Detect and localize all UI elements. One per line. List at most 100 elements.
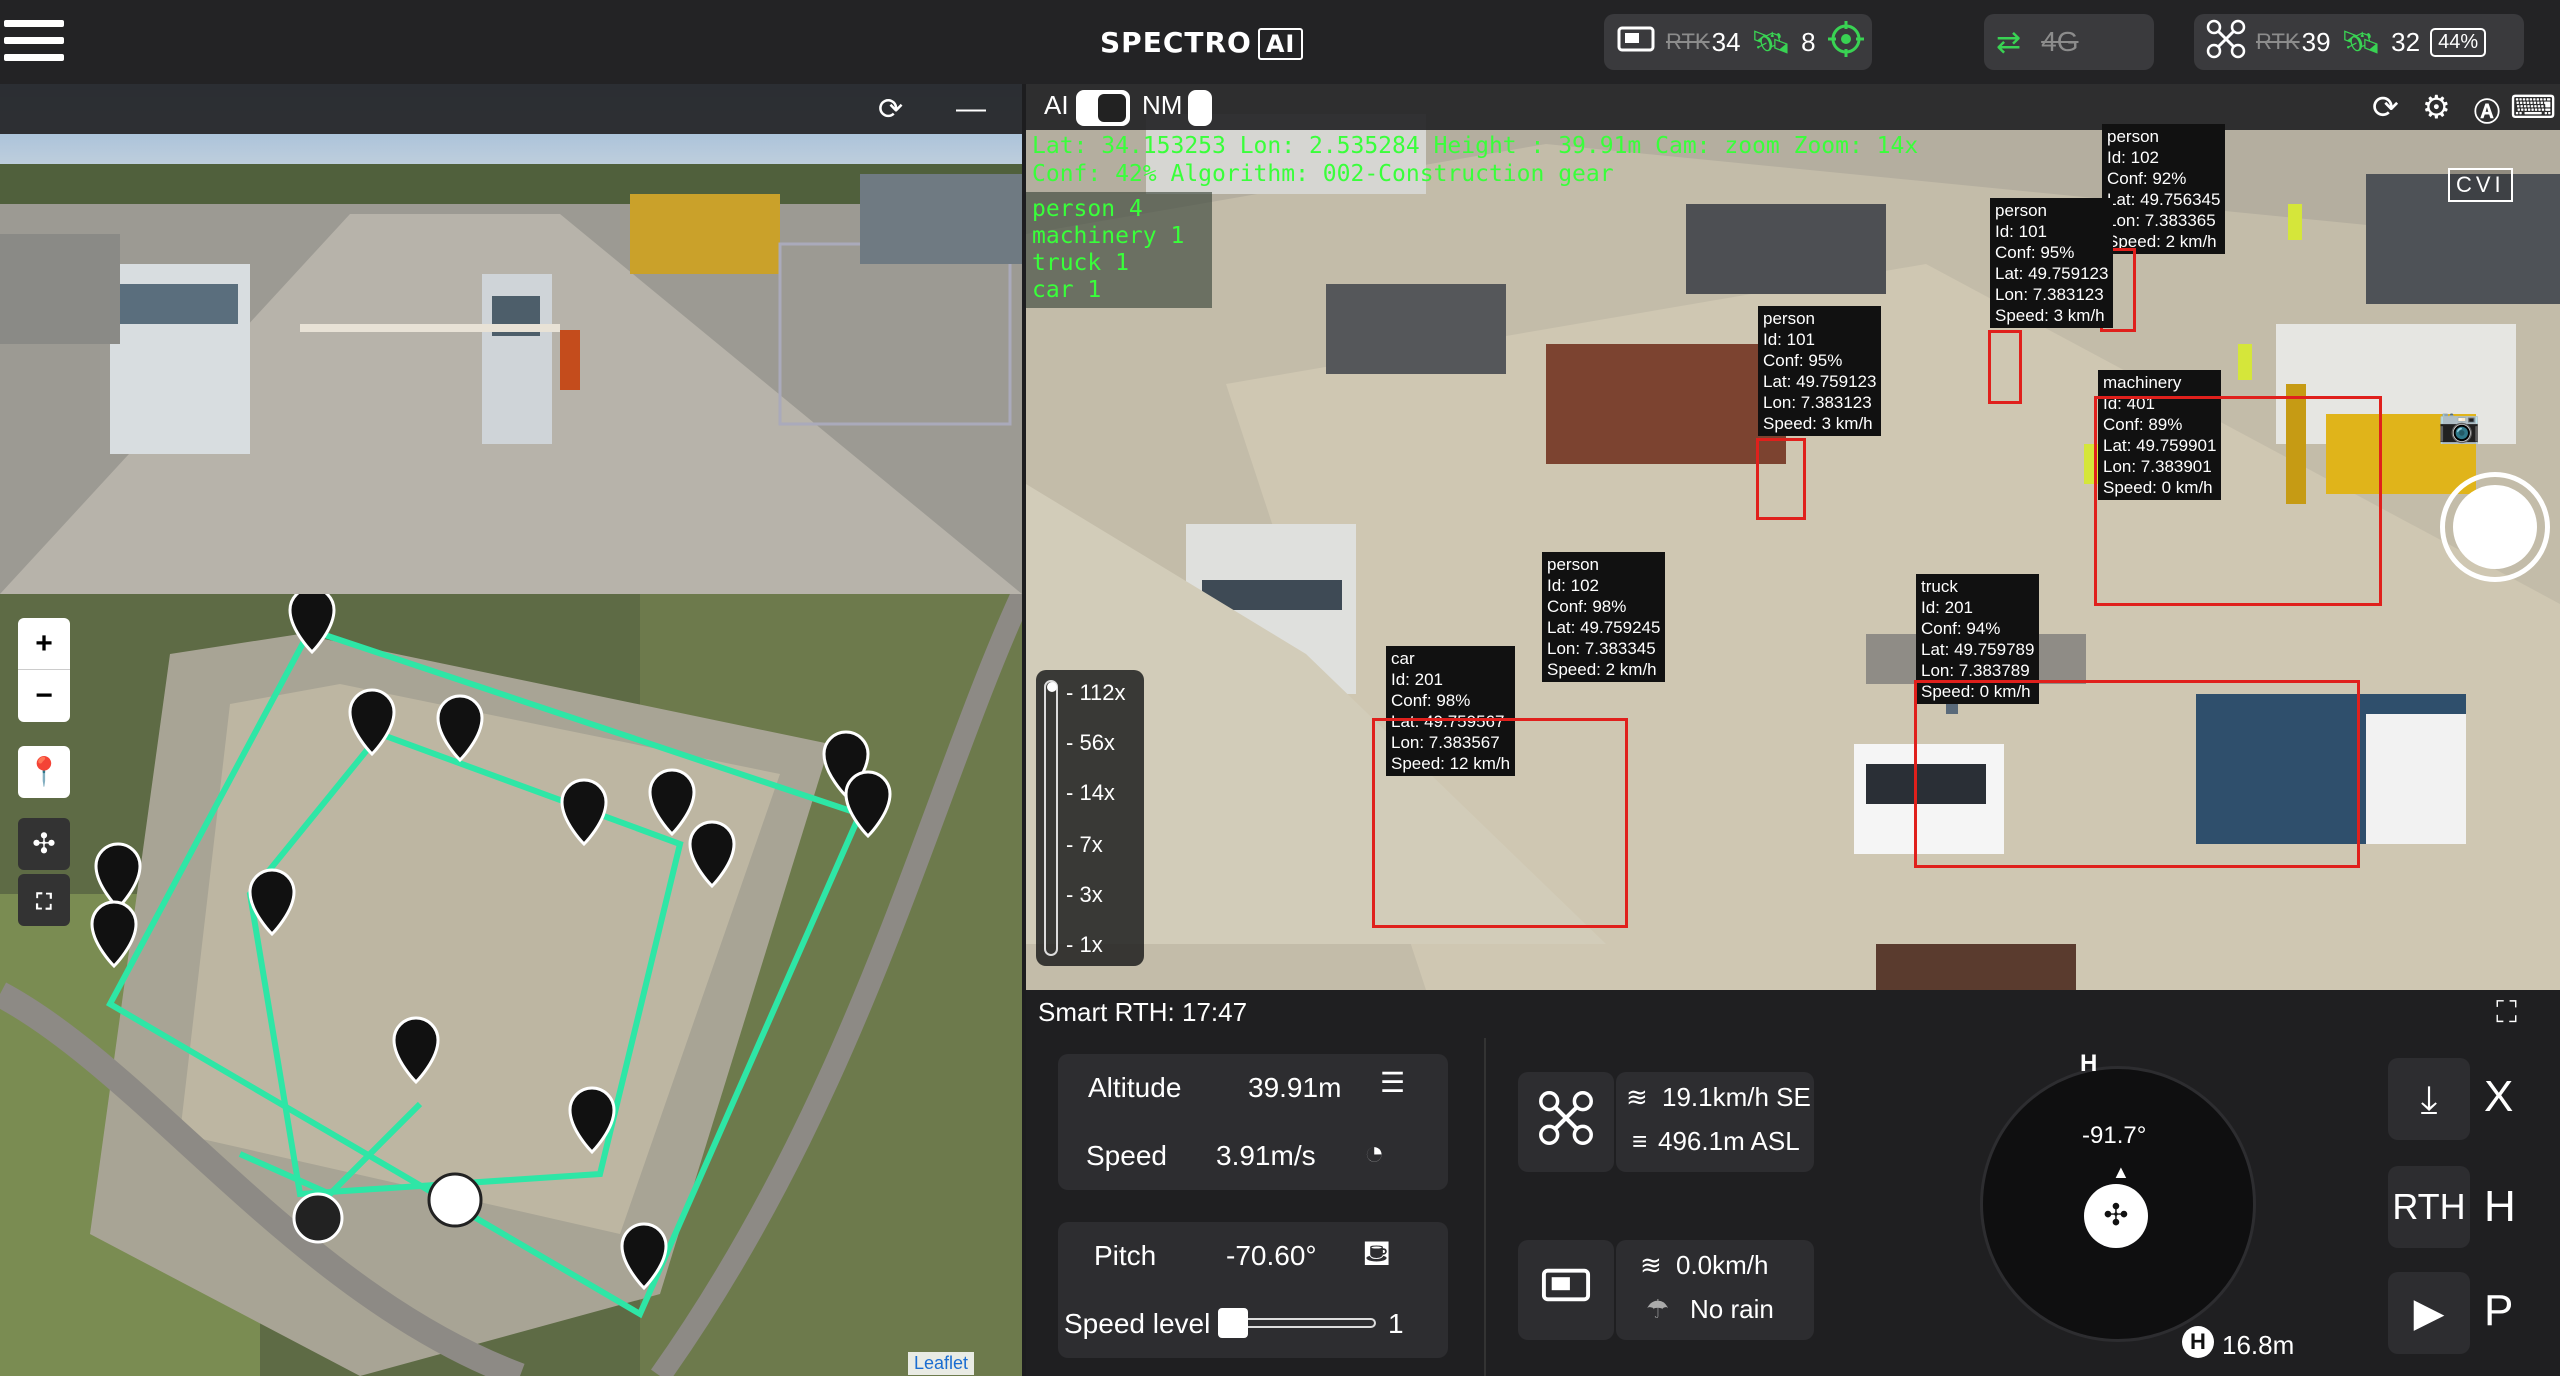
drone-icon: ✣ (32, 828, 56, 859)
home-icon: H (2182, 1326, 2214, 1358)
telemetry-line-1: Lat: 34.153253 Lon: 2.535284 Height : 39… (1032, 133, 1919, 159)
gimbal-icon[interactable]: ⛾ (1362, 1232, 1391, 1279)
ai-toggle[interactable] (1076, 90, 1130, 126)
altitude-icon: ☰ (1380, 1067, 1406, 1098)
drone-icon (1538, 1090, 1594, 1153)
camera-icon[interactable]: 📷 (2438, 406, 2480, 446)
home-marker[interactable] (292, 1192, 344, 1244)
mode-x-label: X (2484, 1072, 2514, 1121)
rth-button[interactable]: RTH (2388, 1166, 2470, 1248)
detection-label: person Id: 101 Conf: 95% Lat: 49.759123 Lon:… (1758, 306, 1882, 436)
altitude-label: Altitude (1088, 1072, 1182, 1103)
detection-box-truck[interactable] (1914, 680, 2360, 868)
gate-camera-toolbar: ⟳ — (0, 84, 1022, 134)
minimize-icon[interactable]: — (956, 92, 986, 126)
map-zoom-control: + − (18, 618, 70, 722)
remote-controller-icon (1616, 23, 1656, 62)
home-h-icon: ⛶ (36, 889, 52, 914)
top-bar: SPECTRO AI RTK 34 🛰 8 ⇄ 4G RTK 39 🛰 32 4… (0, 0, 2560, 84)
drone-satellite-count: 32 (2391, 26, 2421, 57)
drone-icon (2206, 19, 2246, 66)
drone-position-marker[interactable] (427, 1172, 483, 1228)
compass-pointer: ▲ (2112, 1162, 2130, 1182)
zoom-knob[interactable] (1047, 682, 1057, 692)
compass-home-marker: H (2080, 1050, 2098, 1077)
zoom-level-112x[interactable]: - 112x (1066, 680, 1126, 706)
zoom-level-56x[interactable]: - 56x (1066, 730, 1115, 756)
logo-badge: AI (1257, 28, 1304, 60)
heading-value: -91.7° (2082, 1122, 2147, 1149)
cvi-badge[interactable]: CVI (2448, 168, 2513, 202)
zoom-level-1x[interactable]: - 1x (1066, 932, 1103, 958)
speed-level-label: Speed level (1064, 1308, 1211, 1339)
rc-wind-value: 0.0km/h (1676, 1250, 1769, 1280)
speed-level-thumb[interactable] (1218, 1308, 1248, 1338)
detection-box-machinery[interactable] (2094, 396, 2382, 606)
mode-h-label: H (2484, 1182, 2516, 1231)
pitch-label: Pitch (1094, 1240, 1157, 1271)
count-machinery: machinery 1 (1032, 223, 1185, 249)
detection-label: person Id: 101 Conf: 95% Lat: 49.759123 Lon:… (1990, 198, 2114, 328)
shutter-button[interactable] (2440, 472, 2550, 582)
gate-camera-feed[interactable] (0, 84, 1022, 594)
gps-target-icon (1826, 19, 1866, 66)
keyboard-icon[interactable]: ⌨ (2510, 88, 2556, 126)
home-distance: 16.8m (2222, 1330, 2295, 1360)
map-attribution[interactable]: Leaflet (908, 1352, 975, 1375)
camera-toolbar: AI NM ⟳ ⚙ Ⓐ ⌨ (1026, 84, 2560, 130)
center-drone-button[interactable]: ✣ (18, 818, 70, 870)
add-waypoint-button[interactable]: 📍 (18, 746, 70, 798)
mission-map[interactable] (0, 594, 1022, 1376)
link-status-pill[interactable]: ⇄ 4G (1984, 14, 2154, 70)
speed-value: 3.91m/s (1216, 1140, 1316, 1171)
detection-box-car[interactable] (1372, 718, 1628, 928)
network-label: 4G (2041, 26, 2079, 57)
speed-level-slider[interactable] (1228, 1318, 1376, 1328)
telemetry-line-2: Conf: 42% Algorithm: 002-Construction ge… (1032, 161, 1614, 187)
map-pin-icon: 📍 (26, 756, 62, 787)
mode-p-label: P (2484, 1286, 2514, 1335)
signal-link-icon: ⇄ (1996, 25, 2022, 59)
zoom-track[interactable] (1044, 680, 1058, 956)
battery-level: 44% (2438, 30, 2479, 53)
drone-status-pill[interactable]: RTK 39 🛰 32 44% (2194, 14, 2524, 70)
wind-icon: ≋ (1626, 1082, 1648, 1112)
rc-status-pill[interactable]: RTK 34 🛰 8 (1604, 14, 1872, 70)
drone-wind-value: 19.1km/h SE (1662, 1082, 1811, 1112)
center-home-button[interactable]: ⛶ (18, 874, 70, 926)
drone-land-icon: ⤓ (2420, 1079, 2438, 1121)
ai-label: AI (1044, 90, 1069, 120)
swap-view-icon[interactable]: ⟳ (2372, 88, 2399, 126)
battery-indicator: 44% (2430, 27, 2487, 57)
remote-controller-icon (1540, 1262, 1592, 1315)
ai-settings-icon[interactable]: Ⓐ (2474, 92, 2500, 129)
detection-label: person Id: 102 Conf: 92% Lat: 49.756345 Lon:… (2102, 124, 2226, 254)
map-satellite-image (0, 594, 1022, 1376)
zoom-level-3x[interactable]: - 3x (1066, 882, 1103, 908)
map-zoom-in-button[interactable]: + (18, 618, 70, 670)
wind-icon: ≋ (1640, 1250, 1662, 1280)
compass-drone-icon: ✣ (2084, 1184, 2148, 1248)
logo-text: SPECTRO (1100, 26, 1252, 59)
app-logo: SPECTRO AI (1100, 26, 1304, 60)
zoom-level-7x[interactable]: - 7x (1066, 832, 1103, 858)
fullscreen-icon[interactable]: ⛶ (2496, 996, 2517, 1030)
map-zoom-out-button[interactable]: − (18, 670, 70, 722)
speedometer-icon: ◔ (1364, 1134, 1385, 1172)
play-icon: ▶ (2413, 1291, 2445, 1335)
altitude-asl-value: 496.1m ASL (1658, 1126, 1800, 1156)
detection-box-person[interactable] (1756, 438, 1806, 520)
detection-box-person[interactable] (1988, 330, 2022, 404)
zoom-level-14x[interactable]: - 14x (1066, 780, 1115, 806)
swap-view-icon[interactable]: ⟳ (878, 92, 903, 127)
play-mission-button[interactable]: ▶ (2388, 1272, 2470, 1354)
menu-icon[interactable] (4, 20, 64, 68)
rain-icon: ☂ (1646, 1294, 1670, 1324)
nm-toggle[interactable] (1188, 90, 1212, 126)
takeoff-land-button[interactable]: ⤓ (2388, 1058, 2470, 1140)
gear-icon[interactable]: ⚙ (2422, 88, 2451, 126)
drone-rtk-label: RTK (2256, 29, 2300, 54)
satellite-icon: 🛰 (2340, 24, 2382, 60)
zoom-scale[interactable]: - 112x - 56x - 14x - 7x - 3x - 1x (1036, 670, 1144, 966)
camera-telemetry: Lat: 34.153253 Lon: 2.535284 Height : 39… (1032, 132, 1918, 188)
